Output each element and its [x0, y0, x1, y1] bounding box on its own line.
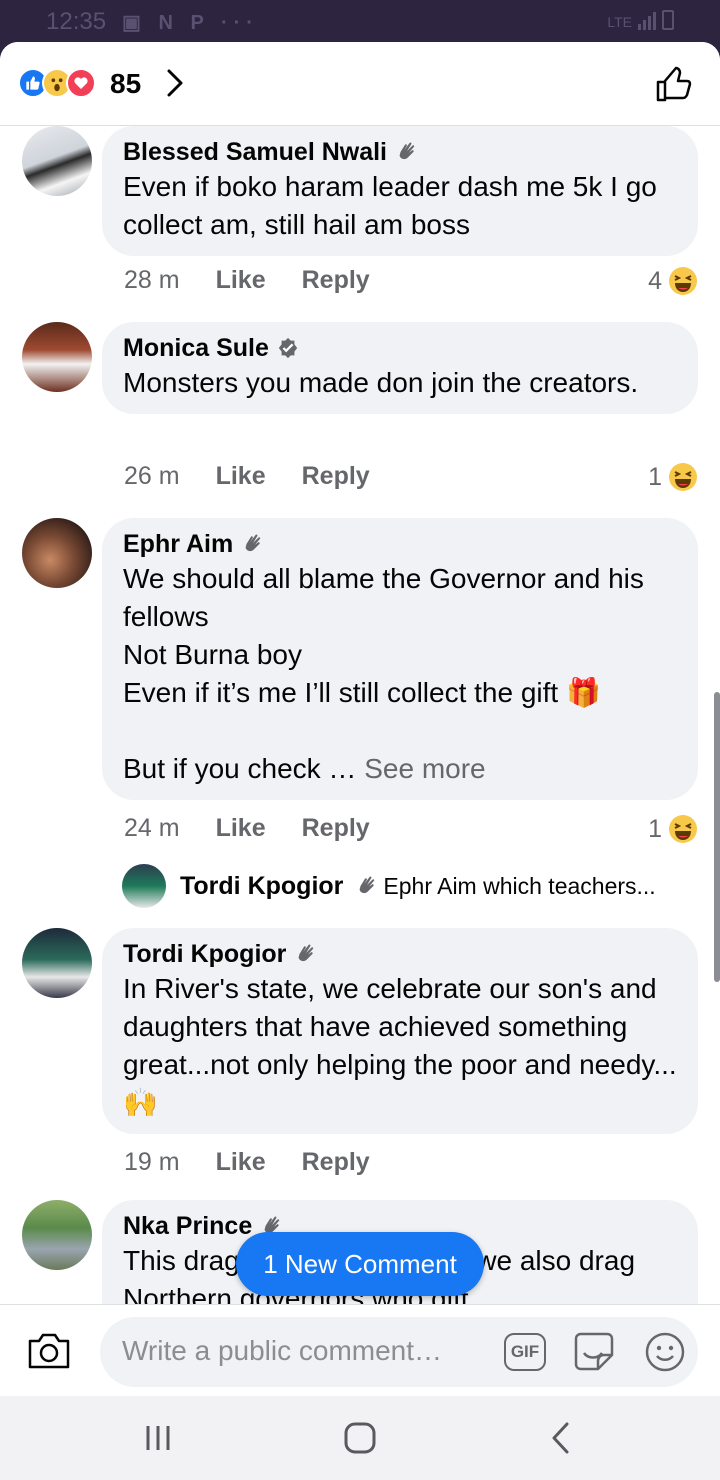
notification-icons: ▣ N P ···: [122, 12, 259, 34]
camera-icon[interactable]: [26, 1331, 72, 1371]
comments-sheet: 85 Blessed Samuel Nwali Even if boko har…: [0, 42, 720, 1396]
avatar[interactable]: [22, 518, 92, 588]
comment-text: In River's state, we celebrate our son's…: [123, 973, 677, 1118]
avatar: [122, 864, 166, 908]
wave-icon: [359, 876, 375, 894]
comment-time: 28 m: [124, 266, 180, 294]
reply-link[interactable]: Reply: [302, 266, 370, 295]
signal-icon: [638, 10, 656, 30]
comment-author[interactable]: Ephr Aim: [123, 530, 233, 559]
comment-time: 26 m: [124, 462, 180, 490]
like-link[interactable]: Like: [216, 462, 266, 491]
comment-time: 24 m: [124, 814, 180, 842]
comment-author[interactable]: Blessed Samuel Nwali: [123, 138, 387, 167]
reply-link[interactable]: Reply: [302, 814, 370, 843]
comment-input[interactable]: Write a public comment… GIF: [100, 1317, 698, 1387]
avatar[interactable]: [22, 928, 92, 998]
comment-bubble[interactable]: Ephr Aim We should all blame the Governo…: [102, 518, 698, 800]
haha-icon: [669, 463, 697, 491]
comment-list[interactable]: Blessed Samuel Nwali Even if boko haram …: [0, 126, 720, 1304]
like-link[interactable]: Like: [216, 266, 266, 295]
comment-reactions[interactable]: 1: [648, 814, 698, 844]
reaction-count[interactable]: 85: [110, 68, 141, 100]
wave-icon: [298, 944, 314, 962]
home-icon[interactable]: [340, 1420, 380, 1456]
scrollbar[interactable]: [714, 692, 720, 982]
battery-icon: [662, 10, 674, 30]
comment-text: We should all blame the Governor and his…: [123, 560, 677, 788]
comment-author[interactable]: Tordi Kpogior: [123, 940, 286, 969]
avatar[interactable]: [22, 126, 92, 196]
avatar[interactable]: [22, 1200, 92, 1270]
comment-reactions[interactable]: 4: [648, 266, 698, 296]
comment-reaction-count: 1: [648, 462, 662, 491]
comment-bubble[interactable]: Monica Sule Monsters you made don join t…: [102, 322, 698, 414]
wave-icon: [245, 534, 261, 552]
comment-actions: 26 m Like Reply: [124, 462, 370, 491]
comment-time: 19 m: [124, 1148, 180, 1176]
verified-icon: [278, 337, 298, 359]
reply-text: Ephr Aim which teachers...: [383, 872, 656, 899]
haha-icon: [669, 267, 697, 295]
recents-icon[interactable]: [138, 1420, 178, 1456]
like-button-icon[interactable]: [654, 64, 694, 104]
comment-author[interactable]: Monica Sule: [123, 334, 269, 363]
reactions-header: 85: [0, 42, 720, 126]
avatar[interactable]: [22, 322, 92, 392]
comment-bubble[interactable]: Blessed Samuel Nwali Even if boko haram …: [102, 126, 698, 256]
new-comment-button[interactable]: 1 New Comment: [236, 1232, 484, 1296]
wave-icon: [399, 142, 415, 160]
reply-preview[interactable]: Tordi Kpogior Ephr Aim which teachers...: [122, 864, 702, 908]
comment-actions: 24 m Like Reply: [124, 814, 370, 843]
comment-text-content: We should all blame the Governor and his…: [123, 563, 644, 784]
comment-composer: Write a public comment… GIF: [0, 1304, 720, 1396]
comment-reactions[interactable]: 1: [648, 462, 698, 492]
system-nav-bar: [0, 1396, 720, 1480]
reply-link[interactable]: Reply: [302, 1148, 370, 1177]
love-icon: [66, 68, 96, 98]
like-link[interactable]: Like: [216, 814, 266, 843]
status-time: 12:35: [46, 8, 107, 35]
comment-author[interactable]: Nka Prince: [123, 1212, 252, 1241]
network-label: LTE: [607, 14, 632, 30]
comment-actions: 19 m Like Reply: [124, 1148, 370, 1177]
sticker-icon[interactable]: [572, 1331, 616, 1373]
comment-text: Even if boko haram leader dash me 5k I g…: [123, 171, 665, 240]
comment-bubble[interactable]: Tordi Kpogior In River's state, we celeb…: [102, 928, 698, 1134]
comment-reaction-count: 1: [648, 814, 662, 843]
reply-link[interactable]: Reply: [302, 462, 370, 491]
comment-actions: 28 m Like Reply: [124, 266, 370, 295]
reaction-summary[interactable]: [18, 68, 96, 98]
chevron-right-icon[interactable]: [160, 66, 190, 100]
comment-text: Monsters you made don join the creators.: [123, 367, 639, 398]
status-right: LTE: [607, 10, 674, 30]
gif-icon[interactable]: GIF: [504, 1333, 546, 1371]
see-more-link[interactable]: See more: [364, 753, 485, 784]
comment-placeholder: Write a public comment…: [122, 1335, 443, 1366]
back-icon[interactable]: [542, 1420, 582, 1456]
like-link[interactable]: Like: [216, 1148, 266, 1177]
haha-icon: [669, 815, 697, 843]
emoji-icon[interactable]: [644, 1331, 686, 1373]
status-bar: 12:35 ▣ N P ··· LTE: [0, 0, 720, 42]
reply-author: Tordi Kpogior: [180, 871, 344, 900]
comment-reaction-count: 4: [648, 266, 662, 295]
